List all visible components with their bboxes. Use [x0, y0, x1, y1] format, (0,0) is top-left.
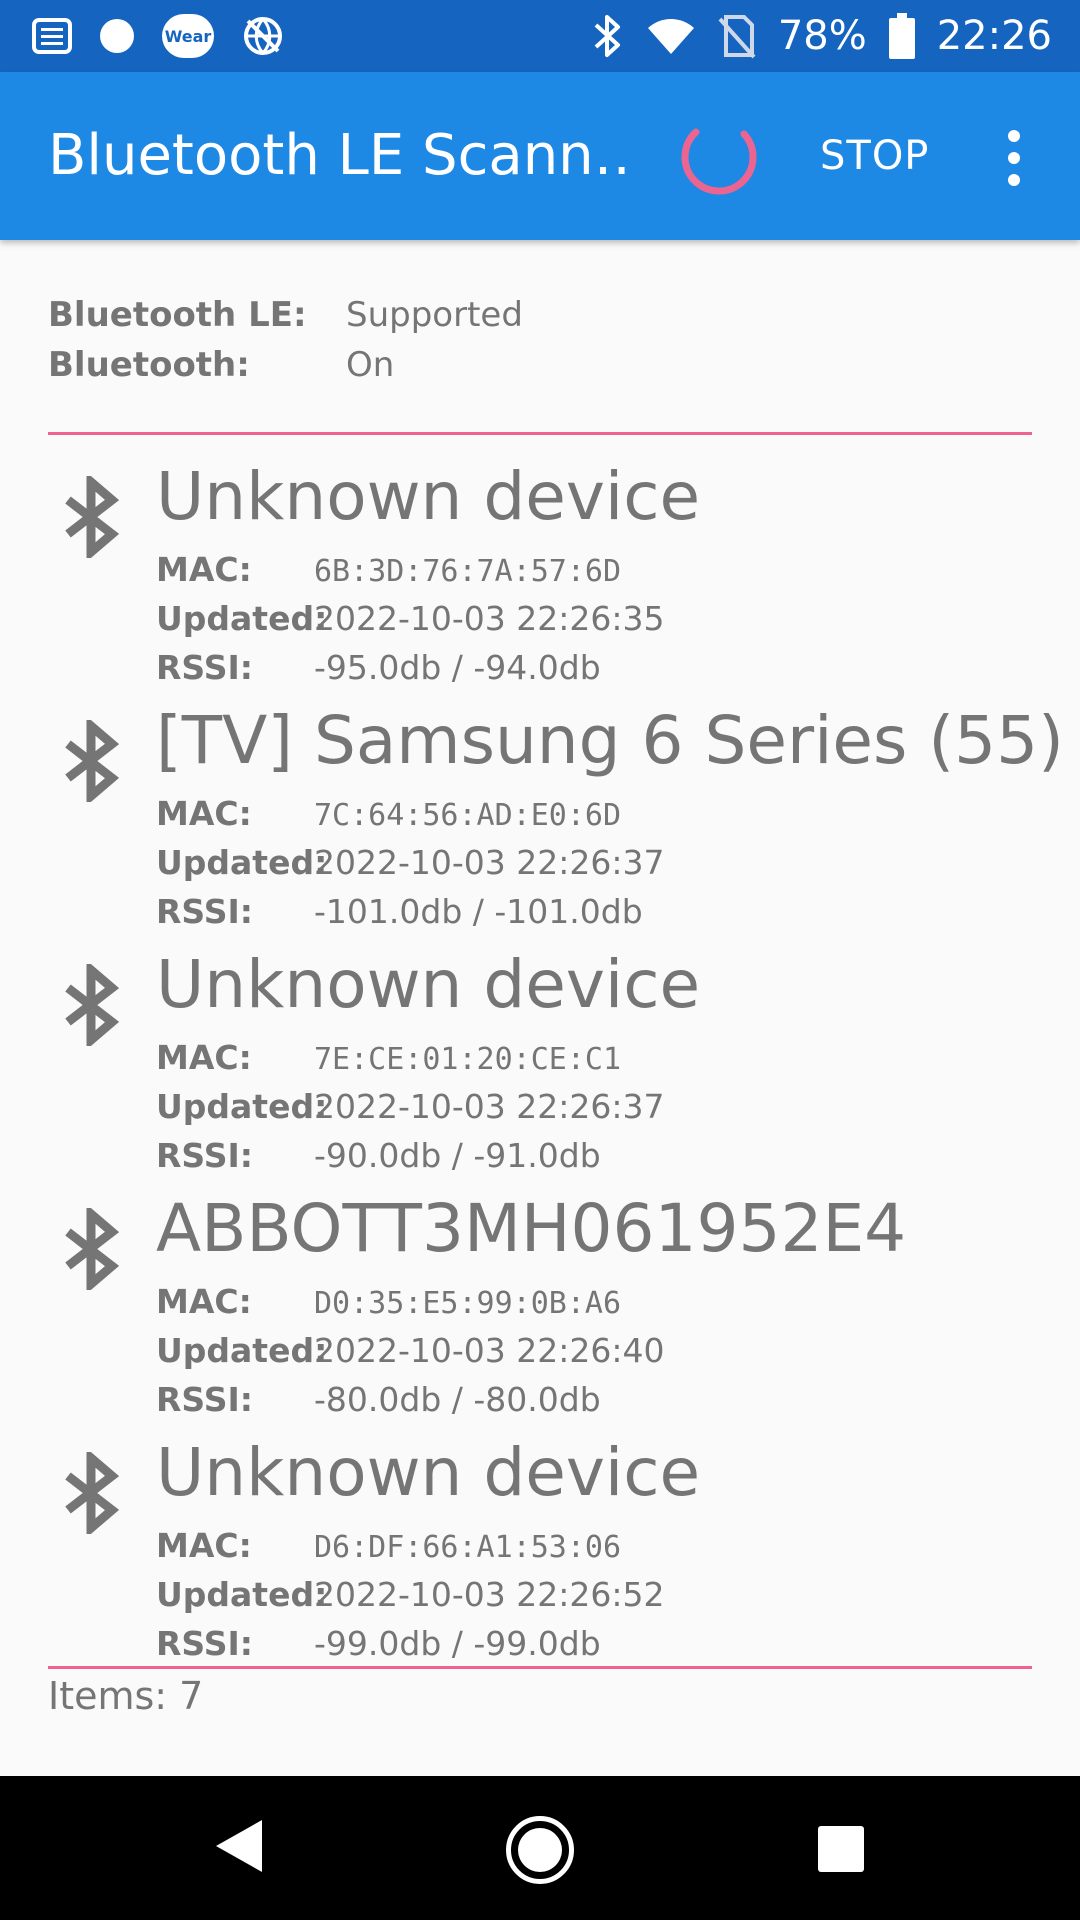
mac-row: MAC: 7C:64:56:AD:E0:6D	[156, 790, 621, 838]
mac-label: MAC:	[156, 1282, 252, 1321]
updated-label: Updated:	[156, 1087, 328, 1126]
device-list[interactable]: Unknown device MAC: 6B:3D:76:7A:57:6D Upd…	[0, 436, 1080, 1668]
mac-label: MAC:	[156, 1526, 252, 1565]
updated-row: Updated:2022-10-03 22:26:52	[156, 1571, 664, 1619]
list-item[interactable]: ABBOTT3MH061952E4 MAC: D0:35:E5:99:0B:A6 …	[0, 1188, 1080, 1432]
no-sim-icon	[718, 15, 756, 59]
updated-row: Updated:2022-10-03 22:26:40	[156, 1327, 664, 1375]
rssi-label: RSSI:	[156, 1624, 253, 1663]
rssi-row: RSSI: -90.0db / -91.0db	[156, 1132, 601, 1180]
device-name: ABBOTT3MH061952E4	[156, 1190, 907, 1267]
overflow-menu-icon[interactable]	[996, 130, 1032, 186]
bluetooth-icon	[65, 476, 120, 558]
ble-label: Bluetooth LE:	[48, 295, 307, 335]
notes-icon	[32, 18, 72, 54]
app-bar: Bluetooth LE Scann… STOP	[0, 72, 1080, 240]
bluetooth-icon	[65, 1208, 120, 1290]
mac-label: MAC:	[156, 794, 252, 833]
clock: 22:26	[936, 13, 1052, 59]
stop-button[interactable]: STOP	[820, 72, 929, 240]
status-right: 78% 22:26	[592, 0, 1052, 72]
rssi-value: -80.0db / -80.0db	[314, 1380, 601, 1419]
bluetooth-icon	[594, 15, 620, 57]
bottom-divider	[48, 1666, 1032, 1669]
nav-bar	[0, 1776, 1080, 1920]
mac-row: MAC: D0:35:E5:99:0B:A6	[156, 1278, 621, 1326]
adapter-info: Bluetooth LE: Supported Bluetooth: On	[48, 290, 523, 390]
ble-value: Supported	[346, 295, 523, 335]
bluetooth-icon	[65, 1452, 120, 1534]
rssi-value: -90.0db / -91.0db	[314, 1136, 601, 1175]
recents-icon[interactable]	[818, 1826, 864, 1872]
rssi-label: RSSI:	[156, 1136, 253, 1175]
mac-row: MAC: D6:DF:66:A1:53:06	[156, 1522, 621, 1570]
wear-icon: Wear	[162, 14, 214, 58]
mac-value: 6B:3D:76:7A:57:6D	[314, 554, 622, 589]
bluetooth-icon	[65, 720, 120, 802]
rssi-value: -95.0db / -94.0db	[314, 648, 601, 687]
device-name: Unknown device	[156, 946, 701, 1023]
app-title: Bluetooth LE Scann…	[48, 123, 628, 188]
rssi-label: RSSI:	[156, 892, 253, 931]
device-name: Unknown device	[156, 1434, 701, 1511]
updated-value: 2022-10-03 22:26:37	[314, 1087, 665, 1126]
device-name: Unknown device	[156, 458, 701, 535]
circle-dot-icon	[100, 19, 134, 53]
updated-row: Updated:2022-10-03 22:26:35	[156, 595, 664, 643]
rssi-value: -101.0db / -101.0db	[314, 892, 643, 931]
list-item[interactable]: [TV] Samsung 6 Series (55) MAC: 7C:64:56:…	[0, 700, 1080, 944]
mac-value: D6:DF:66:A1:53:06	[314, 1530, 622, 1565]
updated-row: Updated:2022-10-03 22:26:37	[156, 1083, 664, 1131]
rssi-row: RSSI: -99.0db / -99.0db	[156, 1620, 601, 1668]
wear-label: Wear	[164, 26, 212, 46]
mac-label: MAC:	[156, 1038, 252, 1077]
rssi-value: -99.0db / -99.0db	[314, 1624, 601, 1663]
items-count: Items: 7	[48, 1674, 204, 1718]
rssi-label: RSSI:	[156, 648, 253, 687]
rssi-row: RSSI: -80.0db / -80.0db	[156, 1376, 601, 1424]
updated-value: 2022-10-03 22:26:37	[314, 843, 665, 882]
rssi-row: RSSI: -101.0db / -101.0db	[156, 888, 643, 936]
status-left: Wear	[32, 14, 284, 58]
mac-row: MAC: 7E:CE:01:20:CE:C1	[156, 1034, 621, 1082]
bt-state-row: Bluetooth: On	[48, 340, 523, 390]
list-item[interactable]: Unknown device MAC: 7E:CE:01:20:CE:C1 Upd…	[0, 944, 1080, 1188]
updated-value: 2022-10-03 22:26:40	[314, 1331, 665, 1370]
rssi-row: RSSI: -95.0db / -94.0db	[156, 644, 601, 692]
mac-label: MAC:	[156, 550, 252, 589]
device-name: [TV] Samsung 6 Series (55)	[156, 702, 1064, 779]
progress-spinner	[681, 128, 757, 195]
bt-value: On	[346, 345, 395, 385]
bluetooth-icon	[65, 964, 120, 1046]
wifi-icon	[647, 19, 694, 54]
updated-value: 2022-10-03 22:26:35	[314, 599, 665, 638]
list-item[interactable]: Unknown device MAC: D6:DF:66:A1:53:06 Upd…	[0, 1432, 1080, 1668]
no-globe-icon	[244, 17, 282, 55]
mac-value: 7C:64:56:AD:E0:6D	[314, 798, 622, 833]
mac-value: 7E:CE:01:20:CE:C1	[314, 1042, 622, 1077]
updated-value: 2022-10-03 22:26:52	[314, 1575, 665, 1614]
battery-percent: 78%	[777, 13, 867, 59]
updated-label: Updated:	[156, 1575, 328, 1614]
rssi-label: RSSI:	[156, 1380, 253, 1419]
home-icon[interactable]	[506, 1816, 574, 1884]
battery-icon	[888, 13, 915, 59]
updated-label: Updated:	[156, 843, 328, 882]
mac-value: D0:35:E5:99:0B:A6	[314, 1286, 622, 1321]
status-bar: Wear 78% 22:26	[0, 0, 1080, 72]
updated-label: Updated:	[156, 599, 328, 638]
mac-row: MAC: 6B:3D:76:7A:57:6D	[156, 546, 621, 594]
updated-label: Updated:	[156, 1331, 328, 1370]
top-divider	[48, 432, 1032, 435]
ble-support-row: Bluetooth LE: Supported	[48, 290, 523, 340]
bt-label: Bluetooth:	[48, 345, 250, 385]
back-icon[interactable]	[210, 1816, 266, 1876]
updated-row: Updated:2022-10-03 22:26:37	[156, 839, 664, 887]
list-item[interactable]: Unknown device MAC: 6B:3D:76:7A:57:6D Upd…	[0, 456, 1080, 700]
